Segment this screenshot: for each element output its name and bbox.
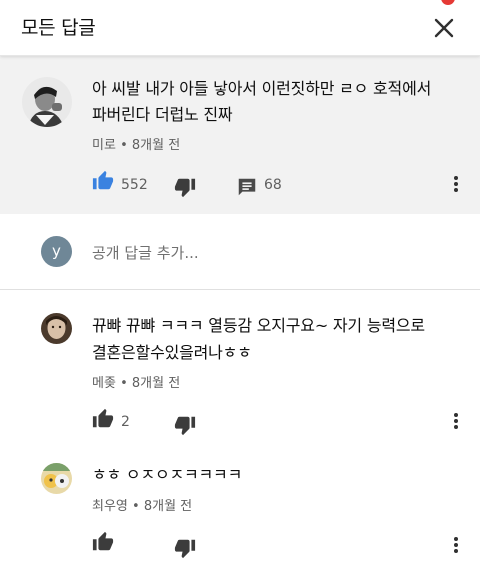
- more-options-button[interactable]: [446, 533, 466, 557]
- reply-time: 8개월 전: [131, 376, 181, 391]
- reply-text-line2: 결혼은할수있을려나ㅎㅎ: [92, 343, 252, 362]
- thumbs-up-icon: [92, 531, 114, 551]
- thumbs-up-icon: [92, 408, 114, 428]
- meta-separator: •: [132, 499, 144, 514]
- like-button[interactable]: [92, 170, 114, 192]
- comment-time: 8개월 전: [131, 138, 181, 153]
- reply-meta: 최우영 • 8개월 전: [92, 495, 192, 514]
- current-user-avatar: y: [41, 236, 72, 267]
- thumbs-down-icon: [174, 539, 196, 559]
- like-button[interactable]: [92, 408, 114, 430]
- comment-meta: 미로 • 8개월 전: [92, 134, 180, 153]
- notification-dot: [441, 0, 455, 5]
- comment-text-line1: 아 씨발 내가 아들 낳아서 이런짓하만 ㄹㅇ 호적에서: [92, 79, 432, 98]
- more-vert-icon: [454, 537, 458, 553]
- more-vert-icon: [454, 413, 458, 429]
- more-options-button[interactable]: [446, 172, 466, 196]
- meta-separator: •: [120, 138, 132, 153]
- commenter-avatar[interactable]: [22, 77, 72, 127]
- more-vert-icon: [454, 176, 458, 192]
- more-options-button[interactable]: [446, 409, 466, 433]
- thumbs-down-icon: [174, 178, 196, 198]
- reply-avatar[interactable]: [41, 463, 72, 494]
- comment-text-line2: 파버린다 더럽노 진짜: [92, 105, 233, 124]
- reply-input[interactable]: 공개 답글 추가...: [92, 242, 199, 263]
- user-avatar-icon: [41, 313, 72, 344]
- reply-count: 68: [264, 177, 282, 193]
- thumbs-down-icon: [174, 416, 196, 436]
- like-button[interactable]: [92, 531, 114, 553]
- reply-author[interactable]: 최우영: [92, 499, 128, 514]
- user-avatar-icon: [22, 77, 72, 127]
- close-button[interactable]: [428, 12, 460, 44]
- comment-icon: [238, 178, 256, 196]
- dislike-button[interactable]: [174, 176, 196, 198]
- comment-author[interactable]: 미로: [92, 138, 116, 153]
- main-comment: 아 씨발 내가 아들 낳아서 이런짓하만 ㄹㅇ 호적에서 파버린다 더럽노 진짜…: [0, 56, 480, 214]
- reply-count-button[interactable]: [236, 176, 258, 198]
- like-count: 552: [121, 177, 148, 193]
- reply-meta: 메좆 • 8개월 전: [92, 372, 180, 391]
- reply-author[interactable]: 메좆: [92, 376, 116, 391]
- close-icon: [434, 18, 454, 38]
- reply-text-line1: ㅎㅎ ㅇㅈㅇㅈㅋㅋㅋㅋ: [92, 465, 243, 484]
- dislike-button[interactable]: [174, 537, 196, 559]
- reply-text-line1: 뀨뺘 뀨뺘 ㅋㅋㅋ 열등감 오지구요~ 자기 능력으로: [92, 316, 425, 335]
- add-reply-bar: y 공개 답글 추가...: [0, 214, 480, 290]
- user-avatar-icon: [41, 463, 72, 494]
- page-title: 모든 답글: [21, 17, 96, 39]
- like-count: 2: [121, 414, 130, 430]
- meta-separator: •: [120, 376, 132, 391]
- thumbs-up-icon: [92, 170, 114, 190]
- reply-avatar[interactable]: [41, 313, 72, 344]
- header-bar: 모든 답글: [0, 0, 480, 56]
- reply-time: 8개월 전: [143, 499, 193, 514]
- dislike-button[interactable]: [174, 414, 196, 436]
